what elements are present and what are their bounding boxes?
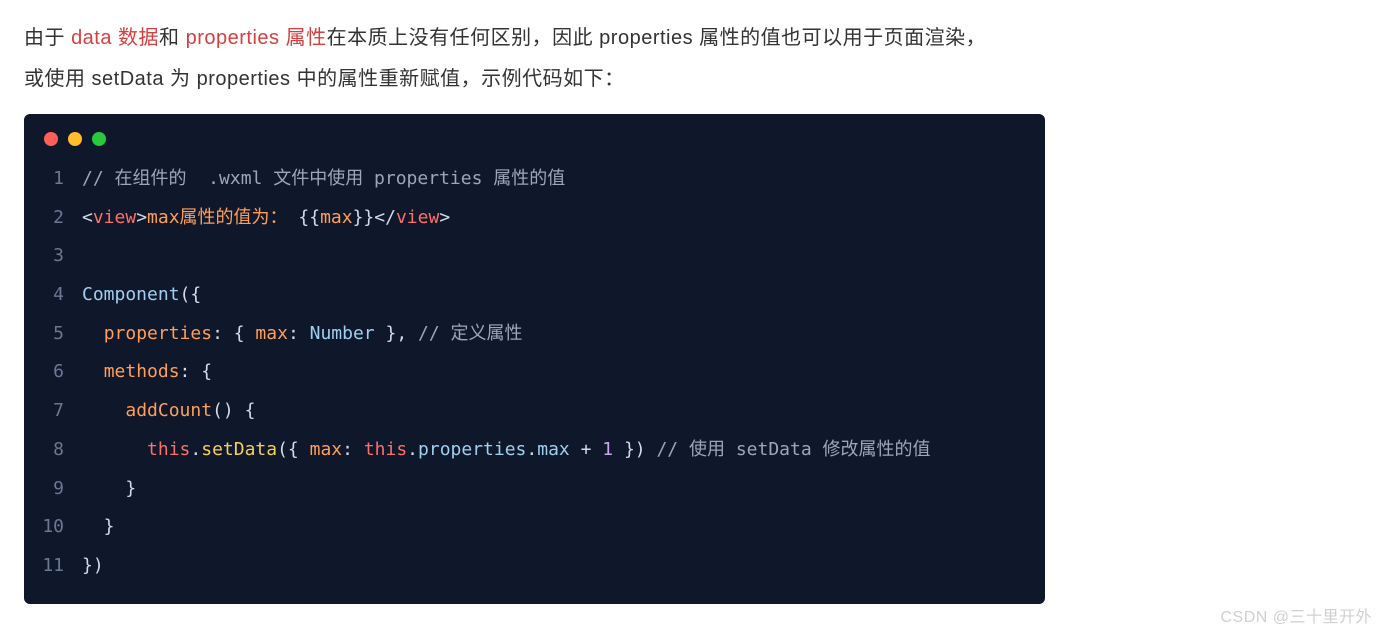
code-token: // 使用 setData 修改属性的值	[656, 439, 930, 460]
code-token	[82, 400, 125, 421]
line-number: 2	[24, 199, 82, 238]
code-token: })	[613, 439, 656, 460]
code-token: }}	[353, 207, 375, 228]
code-token: .	[526, 439, 537, 460]
code-token: max	[255, 323, 288, 344]
code-token: : {	[180, 361, 213, 382]
code-token: }	[82, 478, 136, 499]
code-token: <	[82, 207, 93, 228]
window-traffic-lights	[24, 114, 1045, 156]
code-token: Component	[82, 284, 180, 305]
code-token: : {	[212, 323, 255, 344]
code-token: Number	[310, 323, 375, 344]
line-number: 7	[24, 392, 82, 431]
code-content: <view>max属性的值为： {{max}}</view>	[82, 199, 450, 238]
line-number: 3	[24, 237, 82, 276]
code-token: .	[190, 439, 201, 460]
close-icon	[44, 132, 58, 146]
code-token: this	[364, 439, 407, 460]
text-plain: 由于	[24, 27, 71, 49]
code-token: () {	[212, 400, 255, 421]
code-token: // 在组件的 .wxml 文件中使用 properties 属性的值	[82, 168, 565, 189]
code-token: 1	[602, 439, 613, 460]
line-number: 9	[24, 470, 82, 509]
code-line: 5 properties: { max: Number }, // 定义属性	[24, 315, 1045, 354]
code-token: >	[439, 207, 450, 228]
code-token: max	[310, 439, 343, 460]
code-token	[82, 361, 104, 382]
code-line: 3	[24, 237, 1045, 276]
code-token: >	[136, 207, 147, 228]
code-token: methods	[104, 361, 180, 382]
text-highlight-properties: properties 属性	[186, 27, 327, 49]
line-number: 6	[24, 353, 82, 392]
text-plain: 在本质上没有任何区别，因此 properties 属性的值也可以用于页面渲染，	[327, 27, 987, 49]
code-token: :	[342, 439, 364, 460]
code-content: this.setData({ max: this.properties.max …	[82, 431, 931, 470]
code-line: 1// 在组件的 .wxml 文件中使用 properties 属性的值	[24, 160, 1045, 199]
watermark: CSDN @三十里开外	[1220, 603, 1372, 627]
code-line: 7 addCount() {	[24, 392, 1045, 431]
line-number: 1	[24, 160, 82, 199]
code-line: 4Component({	[24, 276, 1045, 315]
code-window: 1// 在组件的 .wxml 文件中使用 properties 属性的值2<vi…	[24, 114, 1045, 604]
code-content: methods: {	[82, 353, 212, 392]
code-token: view	[396, 207, 439, 228]
code-token: max属性的值为：	[147, 207, 288, 228]
code-token: {{	[288, 207, 321, 228]
text-highlight-data: data 数据	[71, 27, 159, 49]
line-number: 5	[24, 315, 82, 354]
code-content: })	[82, 547, 104, 586]
code-token: addCount	[125, 400, 212, 421]
code-token: view	[93, 207, 136, 228]
code-token: :	[288, 323, 310, 344]
code-content: properties: { max: Number }, // 定义属性	[82, 315, 523, 354]
line-number: 10	[24, 508, 82, 547]
code-token: // 定义属性	[418, 323, 523, 344]
code-token	[82, 323, 104, 344]
code-token: setData	[201, 439, 277, 460]
code-token: .	[407, 439, 418, 460]
minimize-icon	[68, 132, 82, 146]
code-line: 9 }	[24, 470, 1045, 509]
code-line: 6 methods: {	[24, 353, 1045, 392]
maximize-icon	[92, 132, 106, 146]
code-token: +	[570, 439, 603, 460]
code-content: }	[82, 470, 136, 509]
line-number: 4	[24, 276, 82, 315]
code-token: ({	[277, 439, 310, 460]
code-line: 2<view>max属性的值为： {{max}}</view>	[24, 199, 1045, 238]
code-token: properties	[104, 323, 212, 344]
code-content: // 在组件的 .wxml 文件中使用 properties 属性的值	[82, 160, 565, 199]
code-content: }	[82, 508, 115, 547]
code-token: })	[82, 555, 104, 576]
code-token: max	[537, 439, 570, 460]
code-body: 1// 在组件的 .wxml 文件中使用 properties 属性的值2<vi…	[24, 156, 1045, 586]
code-token: }	[82, 516, 115, 537]
code-content: addCount() {	[82, 392, 255, 431]
line-number: 8	[24, 431, 82, 470]
code-token: ({	[180, 284, 202, 305]
text-plain: 和	[159, 27, 186, 49]
code-token	[82, 439, 147, 460]
code-line: 8 this.setData({ max: this.properties.ma…	[24, 431, 1045, 470]
code-token: this	[147, 439, 190, 460]
code-line: 11})	[24, 547, 1045, 586]
code-token: max	[320, 207, 353, 228]
code-content: Component({	[82, 276, 201, 315]
intro-paragraph: 由于 data 数据和 properties 属性在本质上没有任何区别，因此 p…	[0, 0, 1380, 106]
code-token: properties	[418, 439, 526, 460]
line-number: 11	[24, 547, 82, 586]
code-token: },	[375, 323, 418, 344]
text-line-2: 或使用 setData 为 properties 中的属性重新赋值，示例代码如下…	[24, 59, 1356, 100]
code-line: 10 }	[24, 508, 1045, 547]
code-token: </	[374, 207, 396, 228]
